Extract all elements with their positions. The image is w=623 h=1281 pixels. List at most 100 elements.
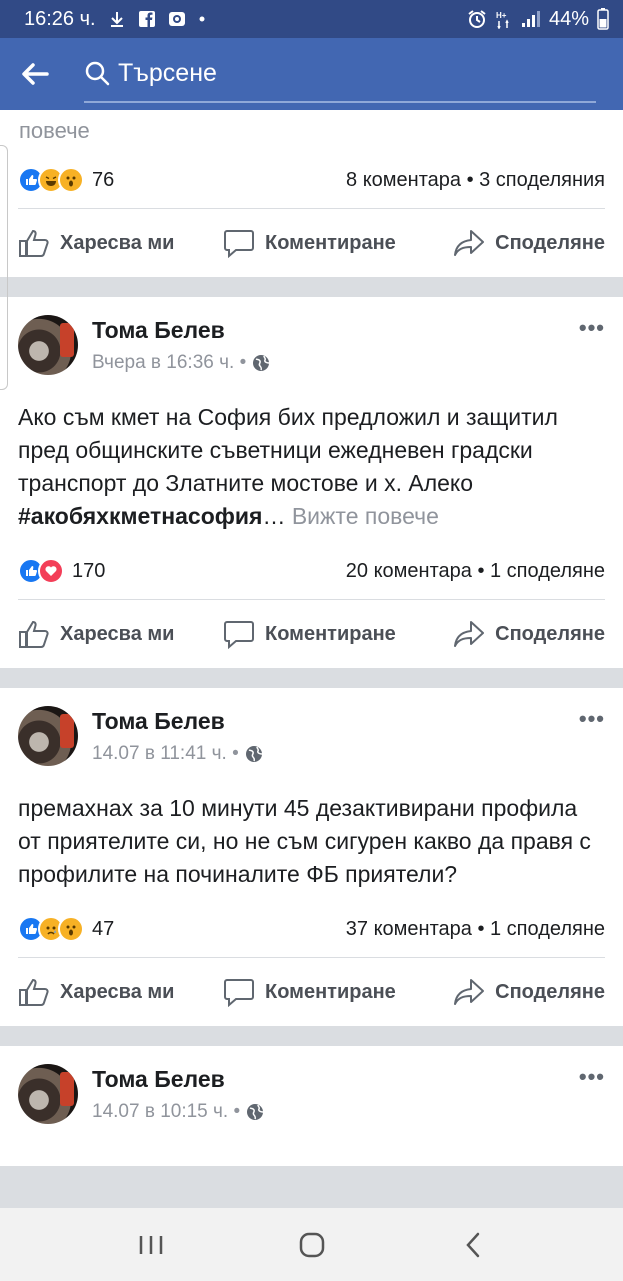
search-bar[interactable] [84, 45, 596, 103]
more-options-icon[interactable]: ••• [579, 1064, 605, 1090]
more-options-icon[interactable]: ••• [579, 706, 605, 732]
status-time: 16:26 ч. [24, 7, 96, 30]
post-time: 14.07 в 10:15 ч. • [92, 1101, 264, 1123]
see-more-link[interactable]: повече [0, 110, 623, 152]
comments-shares[interactable]: 37 коментара • 1 споделяне [346, 918, 605, 941]
camera-icon [168, 10, 186, 28]
edge-panel-handle[interactable] [0, 145, 8, 390]
network-icon: H+ [495, 9, 513, 29]
chevron-left-icon [465, 1232, 479, 1257]
hashtag-link[interactable]: #акобяхкметнасофия [18, 503, 262, 529]
post-text: Ако съм кмет на София бих предложил и за… [0, 387, 623, 533]
post-meta: 47 37 коментара • 1 споделяне [0, 901, 623, 957]
share-label: Споделяне [495, 980, 605, 1003]
post-header: Тома Белев 14.07 в 10:15 ч. • ••• [0, 1046, 623, 1136]
post-body: Ако съм кмет на София бих предложил и за… [18, 404, 558, 496]
wow-reaction-icon [58, 916, 84, 942]
search-input[interactable] [118, 58, 558, 88]
share-icon [454, 230, 485, 256]
alarm-icon [467, 9, 487, 29]
like-label: Харесва ми [60, 231, 175, 254]
wow-reaction-icon [58, 167, 84, 193]
share-button[interactable]: Споделяне [453, 977, 605, 1007]
post: Тома Белев 14.07 в 11:41 ч. • ••• премах… [0, 688, 623, 1026]
author-name[interactable]: Тома Белев [92, 1066, 264, 1093]
post-text: премахнах за 10 минути 45 дезактивирани … [0, 778, 623, 891]
author-name[interactable]: Тома Белев [92, 708, 263, 735]
comment-icon [224, 979, 254, 1007]
avatar[interactable] [18, 706, 78, 766]
dot-icon [198, 15, 206, 23]
thumbs-up-icon [19, 620, 49, 648]
download-icon [108, 10, 126, 28]
signal-icon [521, 10, 541, 28]
reactions-summary[interactable]: 76 [18, 167, 114, 193]
share-icon [454, 621, 485, 647]
reaction-count: 47 [92, 917, 115, 940]
back-arrow-icon [22, 63, 49, 85]
post-actions: Харесва ми Коментиране Споделяне [0, 958, 623, 1026]
comment-icon [224, 230, 254, 258]
post-time: 14.07 в 11:41 ч. • [92, 743, 263, 765]
ellipsis: … [262, 503, 286, 529]
timestamp[interactable]: 14.07 в 10:15 ч. • [92, 1101, 240, 1123]
reaction-count: 76 [92, 168, 115, 191]
love-reaction-icon [38, 558, 64, 584]
globe-icon [245, 746, 262, 762]
share-button[interactable]: Споделяне [453, 228, 605, 258]
comment-label: Коментиране [265, 980, 396, 1003]
author-name[interactable]: Тома Белев [92, 317, 270, 344]
see-more-link[interactable]: Вижте повече [292, 503, 439, 529]
app-header [0, 38, 623, 110]
globe-icon [247, 1104, 264, 1120]
home-button[interactable] [282, 1215, 342, 1275]
post-meta: 170 20 коментара • 1 споделяне [0, 543, 623, 599]
like-button[interactable]: Харесва ми [18, 977, 223, 1007]
recent-apps-icon [139, 1235, 162, 1254]
comment-button[interactable]: Коментиране [223, 619, 443, 649]
post-header: Тома Белев Вчера в 16:36 ч. • ••• [0, 297, 623, 387]
comments-shares[interactable]: 8 коментара • 3 споделяния [346, 169, 605, 192]
svg-text:H+: H+ [496, 11, 507, 20]
timestamp[interactable]: 14.07 в 11:41 ч. • [92, 743, 239, 765]
like-label: Харесва ми [60, 622, 175, 645]
comment-button[interactable]: Коментиране [223, 228, 443, 258]
post-body: премахнах за 10 минути 45 дезактивирани … [18, 795, 591, 887]
more-options-icon[interactable]: ••• [579, 315, 605, 341]
post-header: Тома Белев 14.07 в 11:41 ч. • ••• [0, 688, 623, 778]
comment-label: Коментиране [265, 231, 396, 254]
share-button[interactable]: Споделяне [453, 619, 605, 649]
globe-icon [253, 355, 270, 371]
comments-shares[interactable]: 20 коментара • 1 споделяне [346, 560, 605, 583]
battery-percent: 44% [548, 7, 589, 30]
share-label: Споделяне [495, 231, 605, 254]
comment-button[interactable]: Коментиране [223, 977, 443, 1007]
post-separator [0, 668, 623, 688]
post-separator [0, 1026, 623, 1046]
like-button[interactable]: Харесва ми [18, 619, 223, 649]
search-icon [85, 61, 110, 86]
post: Тома Белев 14.07 в 10:15 ч. • ••• [0, 1046, 623, 1166]
post-time: Вчера в 16:36 ч. • [92, 352, 270, 374]
reactions-summary[interactable]: 170 [18, 558, 105, 584]
recent-apps-button[interactable] [121, 1215, 181, 1275]
thumbs-up-icon [19, 229, 49, 257]
timestamp[interactable]: Вчера в 16:36 ч. • [92, 352, 246, 374]
post-partial: повече 76 8 коментара • 3 споделяния Хар… [0, 110, 623, 277]
comment-label: Коментиране [265, 622, 396, 645]
post-meta: 76 8 коментара • 3 споделяния [0, 152, 623, 208]
back-button[interactable] [0, 38, 70, 110]
reactions-summary[interactable]: 47 [18, 916, 114, 942]
avatar[interactable] [18, 1064, 78, 1124]
thumbs-up-icon [19, 978, 49, 1006]
home-icon [299, 1232, 324, 1257]
like-button[interactable]: Харесва ми [18, 228, 223, 258]
system-nav-bar [0, 1208, 623, 1281]
facebook-icon [138, 10, 156, 28]
status-bar: 16:26 ч. H+ 44% [0, 0, 623, 38]
share-icon [454, 979, 485, 1005]
avatar[interactable] [18, 315, 78, 375]
system-back-button[interactable] [443, 1215, 503, 1275]
post-separator [0, 277, 623, 297]
feed[interactable]: повече 76 8 коментара • 3 споделяния Хар… [0, 110, 623, 1208]
